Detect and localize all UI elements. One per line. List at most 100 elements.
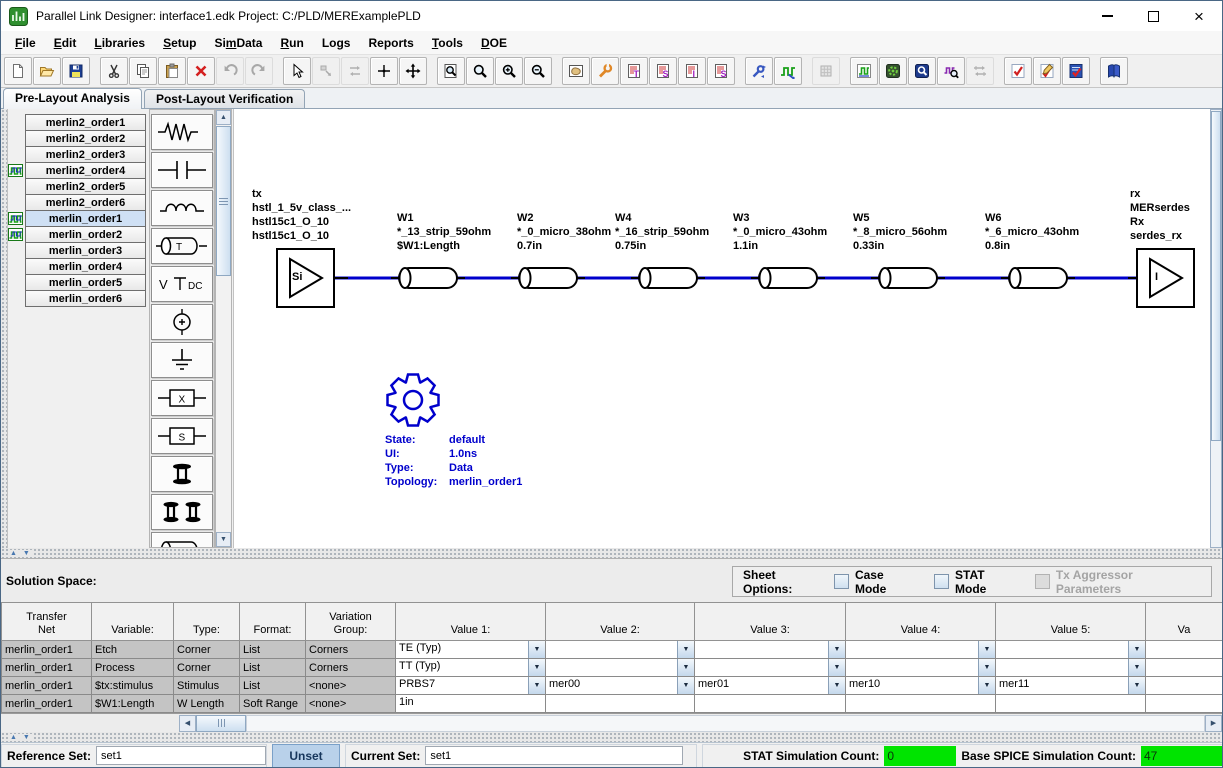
dropdown-arrow-icon[interactable]: ▼	[1128, 677, 1145, 694]
simulation-setup-button[interactable]	[745, 57, 773, 85]
palette-vdc-source[interactable]: VDC	[151, 266, 213, 302]
dropdown-arrow-icon[interactable]: ▼	[677, 677, 694, 694]
sheet-merlin-order1[interactable]: merlin_order1	[25, 210, 146, 227]
sheet-merlin2-order2[interactable]: merlin2_order2	[25, 130, 146, 147]
ibis-report-button[interactable]: I	[678, 57, 706, 85]
canvas-vertical-scrollbar[interactable]	[1210, 109, 1222, 548]
palette-scroll-down-button[interactable]: ▼	[216, 532, 231, 547]
dropdown-arrow-icon[interactable]: ▼	[828, 677, 845, 694]
menu-run[interactable]: Run	[271, 33, 312, 53]
tab-post-layout-verification[interactable]: Post-Layout Verification	[144, 89, 305, 108]
validate-checks-button[interactable]	[1004, 57, 1032, 85]
tline-symbol-w5[interactable]	[871, 268, 945, 288]
tline-symbol-w4[interactable]	[631, 268, 705, 288]
dropdown-arrow-icon[interactable]: ▼	[828, 659, 845, 676]
zoom-select-button[interactable]	[466, 57, 494, 85]
results-inspector-button[interactable]	[908, 57, 936, 85]
dropdown-arrow-icon[interactable]: ▼	[1128, 659, 1145, 676]
waveform-search-button[interactable]	[937, 57, 965, 85]
dropdown-arrow-icon[interactable]: ▼	[828, 641, 845, 658]
palette-scroll-up-button[interactable]: ▲	[216, 110, 231, 125]
zoom-page-button[interactable]	[437, 57, 465, 85]
board-file-button[interactable]	[562, 57, 590, 85]
pan-button[interactable]	[399, 57, 427, 85]
case-mode-checkbox[interactable]	[834, 574, 849, 589]
palette-resistor[interactable]	[151, 114, 213, 150]
menu-setup[interactable]: Setup	[154, 33, 205, 53]
tline-symbol-w3[interactable]	[751, 268, 825, 288]
splitter-collapse-icon[interactable]: ▲ ▼	[8, 734, 34, 741]
open-project-button[interactable]	[33, 57, 61, 85]
move-wire-button[interactable]	[341, 57, 369, 85]
menu-file[interactable]: File	[6, 33, 45, 53]
move-component-button[interactable]	[312, 57, 340, 85]
dropdown-arrow-icon[interactable]: ▼	[677, 659, 694, 676]
dropdown-arrow-icon[interactable]: ▼	[528, 659, 545, 676]
table-scroll-track[interactable]	[246, 715, 1205, 732]
dropdown-arrow-icon[interactable]: ▼	[677, 641, 694, 658]
palette-w-element-line[interactable]: W	[151, 532, 213, 548]
palette-scrollbar[interactable]: ▲ ▼	[215, 109, 232, 548]
redo-button[interactable]	[245, 57, 273, 85]
palette-via[interactable]	[151, 456, 213, 492]
spice-report-button[interactable]: S	[649, 57, 677, 85]
dropdown-arrow-icon[interactable]: ▼	[978, 659, 995, 676]
sheet-merlin2-order3[interactable]: merlin2_order3	[25, 146, 146, 163]
sheet-merlin-order6[interactable]: merlin_order6	[25, 290, 146, 307]
sheet-merlin2-order1[interactable]: merlin2_order1	[25, 114, 146, 131]
minimize-button[interactable]	[1084, 1, 1130, 31]
palette-differential-via[interactable]	[151, 494, 213, 530]
palette-capacitor[interactable]	[151, 152, 213, 188]
tline-symbol-w1[interactable]	[391, 268, 465, 288]
menu-libraries[interactable]: Libraries	[85, 33, 154, 53]
sheet-merlin-order3[interactable]: merlin_order3	[25, 242, 146, 259]
copy-button[interactable]	[129, 57, 157, 85]
menu-reports[interactable]: Reports	[359, 33, 422, 53]
palette-transmission-line[interactable]: T	[151, 228, 213, 264]
dropdown-arrow-icon[interactable]: ▼	[528, 641, 545, 658]
help-button[interactable]	[1100, 57, 1128, 85]
sheet-merlin2-order6[interactable]: merlin2_order6	[25, 194, 146, 211]
splitter-collapse-icon[interactable]: ▲ ▼	[8, 550, 34, 557]
edit-checks-button[interactable]	[1033, 57, 1061, 85]
dropdown-arrow-icon[interactable]: ▼	[978, 677, 995, 694]
paste-button[interactable]	[158, 57, 186, 85]
status-splitter[interactable]: ▲ ▼	[1, 732, 1222, 742]
spreadsheet-button[interactable]	[812, 57, 840, 85]
menu-logs[interactable]: Logs	[313, 33, 360, 53]
sheet-report-button[interactable]: S	[707, 57, 735, 85]
text-report-button[interactable]: T	[620, 57, 648, 85]
schematic-canvas[interactable]: tx hstl_1_5v_class_... hstl15c1_O_10 hst…	[233, 109, 1210, 548]
menu-simdata[interactable]: SimData	[205, 33, 271, 53]
sheet-state-gear-icon[interactable]	[388, 375, 439, 426]
canvas-solution-splitter[interactable]: ▲ ▼	[1, 548, 1222, 558]
sheet-merlin-order4[interactable]: merlin_order4	[25, 258, 146, 275]
palette-s-block[interactable]: S	[151, 418, 213, 454]
table-horizontal-scrollbar[interactable]: ◀ ▶	[1, 713, 1222, 732]
zoom-out-button[interactable]	[524, 57, 552, 85]
table-scroll-left-button[interactable]: ◀	[179, 715, 196, 732]
unset-button[interactable]: Unset	[272, 744, 340, 768]
sheet-merlin-order5[interactable]: merlin_order5	[25, 274, 146, 291]
dropdown-arrow-icon[interactable]: ▼	[1128, 641, 1145, 658]
run-simulation-button[interactable]	[774, 57, 802, 85]
menu-tools[interactable]: Tools	[423, 33, 472, 53]
delete-button[interactable]	[187, 57, 215, 85]
simulation-engine-button[interactable]	[879, 57, 907, 85]
palette-current-source[interactable]	[151, 304, 213, 340]
transfer-compare-button[interactable]	[966, 57, 994, 85]
new-sheet-button[interactable]	[4, 57, 32, 85]
stat-mode-checkbox[interactable]	[934, 574, 949, 589]
dropdown-arrow-icon[interactable]: ▼	[978, 641, 995, 658]
undo-button[interactable]	[216, 57, 244, 85]
menu-edit[interactable]: Edit	[45, 33, 86, 53]
left-splitter-handle[interactable]	[1, 109, 8, 548]
maximize-button[interactable]	[1130, 1, 1176, 31]
menu-doe[interactable]: DOE	[472, 33, 516, 53]
cut-button[interactable]	[100, 57, 128, 85]
palette-x-block[interactable]: X	[151, 380, 213, 416]
sheet-checks-button[interactable]	[1062, 57, 1090, 85]
waveform-viewer-button[interactable]	[850, 57, 878, 85]
dropdown-arrow-icon[interactable]: ▼	[528, 677, 545, 694]
rx-buffer-symbol[interactable]	[1137, 249, 1194, 307]
